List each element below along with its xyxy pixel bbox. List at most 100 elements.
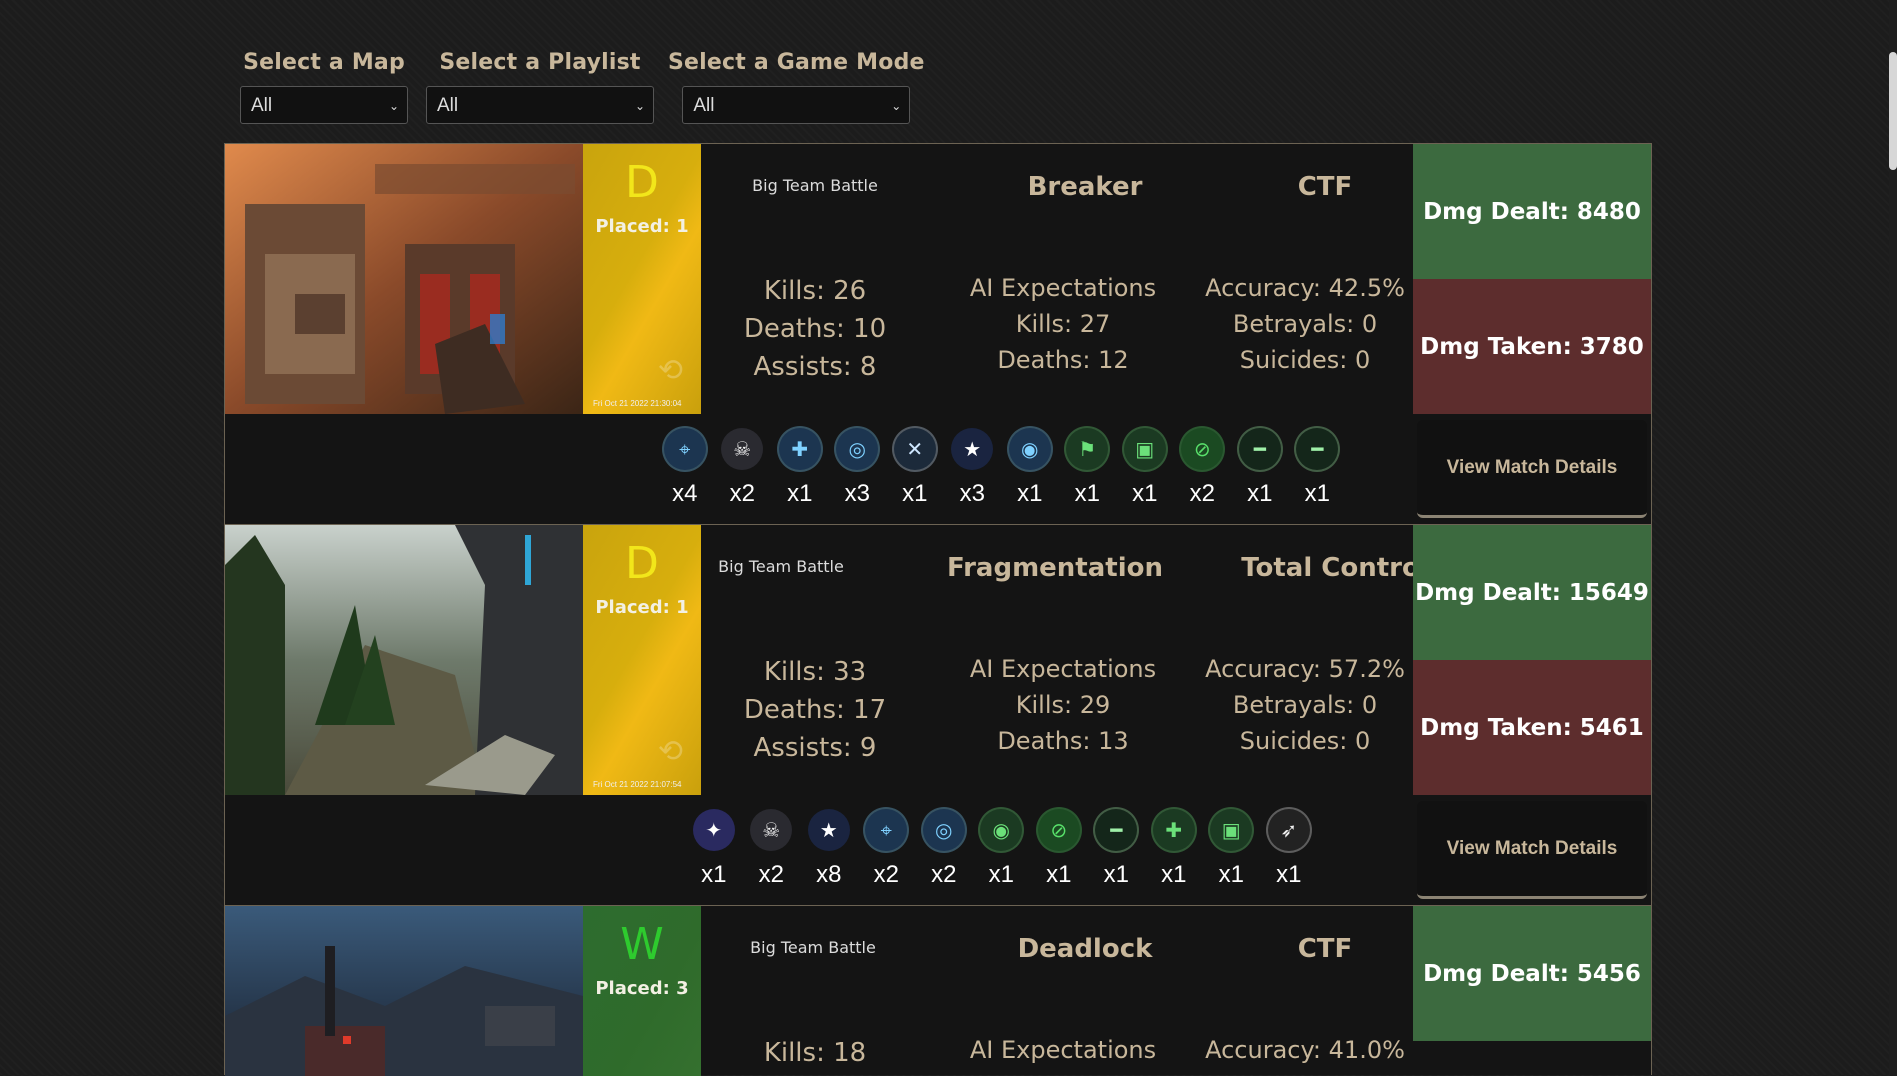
chevron-down-icon: ⌄ — [634, 99, 645, 113]
medal-count: x1 — [1161, 861, 1187, 888]
match-date: Fri Oct 21 2022 21:30:04 — [593, 399, 682, 408]
chevron-down-icon: ⌄ — [388, 99, 399, 113]
medal-count: x1 — [1247, 480, 1273, 507]
assists-stat: Assists: 9 — [753, 733, 877, 763]
medal: ✚ x1 — [771, 428, 829, 508]
map-image-fragmentation[interactable] — [225, 525, 583, 795]
medal-count: x1 — [1304, 480, 1330, 507]
medal-count: x1 — [1074, 480, 1100, 507]
match-card: W Placed: 3 Big Team Battle Deadlock CTF… — [224, 905, 1652, 1076]
helmet-icon: ◉ — [1008, 428, 1051, 470]
medal: ⊘ x2 — [1174, 428, 1232, 508]
triple-star-icon: ✦ — [692, 809, 735, 851]
accuracy-stat: Accuracy: 57.2% — [1205, 655, 1405, 683]
match-list: D Placed: 1 ⟲ Fri Oct 21 2022 21:30:04 B… — [224, 143, 1652, 1076]
medal: ★ x3 — [944, 428, 1002, 508]
match-card: D Placed: 1 ⟲ Fri Oct 21 2022 21:30:04 B… — [224, 143, 1652, 524]
map-image-deadlock[interactable] — [225, 906, 583, 1076]
medal: ◎ x3 — [829, 428, 887, 508]
medal: ━ x1 — [1289, 428, 1347, 508]
kills-stat: Kills: 26 — [763, 276, 867, 306]
accuracy-stat: Accuracy: 41.0% — [1205, 1036, 1405, 1064]
medal-count: x1 — [902, 480, 928, 507]
view-match-details-button[interactable]: View Match Details — [1417, 801, 1647, 899]
match-card: D Placed: 1 ⟲ Fri Oct 21 2022 21:07:54 B… — [224, 524, 1652, 905]
kills-stat: Kills: 33 — [763, 657, 867, 687]
medal: ━ x1 — [1088, 809, 1146, 889]
crossed-blades-icon: ✕ — [893, 428, 936, 470]
medal: ⌖ x2 — [858, 809, 916, 889]
scrollbar[interactable] — [1889, 0, 1897, 1075]
rifle-icon: ━ — [1095, 809, 1138, 851]
outcome-letter: D — [625, 157, 659, 208]
player-stats: Kills: 26 Deaths: 10 Assists: 8 — [715, 272, 915, 386]
map-name: Breaker — [1027, 172, 1143, 202]
map-filter-label: Select a Map — [243, 50, 405, 75]
medal: ⚑ x1 — [1059, 428, 1117, 508]
ai-kills: Kills: 29 — [1015, 691, 1111, 719]
diamond-cross-icon: ✚ — [1152, 809, 1195, 851]
match-date: Fri Oct 21 2022 21:07:54 — [593, 780, 682, 789]
outcome-letter: W — [620, 919, 664, 970]
ai-expectations-title: AI Expectations — [969, 274, 1157, 302]
map-image-breaker[interactable] — [225, 144, 583, 414]
chevron-down-icon: ⌄ — [891, 99, 902, 113]
medal: ▣ x1 — [1116, 428, 1174, 508]
medal: ◎ x2 — [915, 809, 973, 889]
reticle-icon: ⌖ — [865, 809, 908, 851]
target-icon: ◎ — [922, 809, 965, 851]
medal: ◉ x1 — [973, 809, 1031, 889]
damage-taken: Dmg Taken: 3780 — [1413, 279, 1651, 414]
medal: ⌖ x4 — [656, 428, 714, 508]
playlist-select-value: All — [437, 95, 459, 116]
damage-dealt: Dmg Dealt: 5456 — [1413, 906, 1651, 1041]
damage-dealt: Dmg Dealt: 8480 — [1413, 144, 1651, 279]
playlist-filter-label: Select a Playlist — [439, 50, 641, 75]
medal-list: ⌖ x4 ☠ x2 ✚ x1 ◎ x3 ✕ x1 ★ x3 ◉ x1 ⚑ x1 ▣ x1 ⊘ x2 ━ x1 ━ x1 — [656, 428, 1346, 508]
medal: ✚ x1 — [1145, 809, 1203, 889]
scrollbar-thumb[interactable] — [1889, 52, 1897, 170]
mode-select[interactable]: All ⌄ — [682, 86, 911, 124]
placement-text: Placed: 1 — [595, 597, 689, 618]
misc-stats: Accuracy: 42.5% Betrayals: 0 Suicides: 0 — [1185, 270, 1425, 378]
medal: ☠ x2 — [714, 428, 772, 508]
medal-count: x1 — [1046, 861, 1072, 888]
map-name: Fragmentation — [947, 553, 1163, 583]
no-scope-icon: ⊘ — [1181, 428, 1224, 470]
star-icon: ★ — [807, 809, 850, 851]
medal-count: x4 — [672, 480, 698, 507]
ai-deaths: Deaths: 12 — [997, 346, 1129, 374]
vehicle-icon: ▣ — [1123, 428, 1166, 470]
deaths-stat: Deaths: 10 — [743, 314, 887, 344]
medal: ▣ x1 — [1203, 809, 1261, 889]
medal-list: ✦ x1 ☠ x2 ★ x8 ⌖ x2 ◎ x2 ◉ x1 ⊘ x1 ━ x1 ✚ x1 ▣ x1 ➶ x1 — [685, 809, 1318, 889]
view-match-details-button[interactable]: View Match Details — [1417, 420, 1647, 518]
map-select[interactable]: All ⌄ — [240, 86, 408, 124]
no-scope-icon: ⊘ — [1037, 809, 1080, 851]
reticle-icon: ⌖ — [663, 428, 706, 470]
player-stats: Kills: 18 — [715, 1034, 915, 1072]
flag-icon: ⚑ — [1066, 428, 1109, 470]
ai-deaths: Deaths: 13 — [997, 727, 1129, 755]
deaths-stat: Deaths: 17 — [743, 695, 887, 725]
map-name: Deadlock — [1017, 934, 1153, 964]
blade-icon: ➶ — [1267, 809, 1310, 851]
playlist-filter: Select a Playlist All ⌄ — [426, 48, 654, 124]
misc-stats: Accuracy: 57.2% Betrayals: 0 Suicides: 0 — [1185, 651, 1425, 759]
medal-count: x3 — [959, 480, 985, 507]
vehicle-icon: ▣ — [1210, 809, 1253, 851]
medal: ★ x8 — [800, 809, 858, 889]
outcome-badge: D Placed: 1 ⟲ Fri Oct 21 2022 21:30:04 — [583, 144, 701, 414]
assists-stat: Assists: 8 — [753, 352, 877, 382]
playlist-select[interactable]: All ⌄ — [426, 86, 654, 124]
medal-count: x3 — [844, 480, 870, 507]
ai-kills: Kills: 27 — [1015, 310, 1111, 338]
medal-count: x1 — [1017, 480, 1043, 507]
medal: ➶ x1 — [1260, 809, 1318, 889]
medal-count: x2 — [1189, 480, 1215, 507]
suicides-stat: Suicides: 0 — [1239, 727, 1371, 755]
suicides-stat: Suicides: 0 — [1239, 346, 1371, 374]
medal: ☠ x2 — [743, 809, 801, 889]
medal-count: x1 — [1276, 861, 1302, 888]
playlist-name: Big Team Battle — [750, 938, 876, 957]
